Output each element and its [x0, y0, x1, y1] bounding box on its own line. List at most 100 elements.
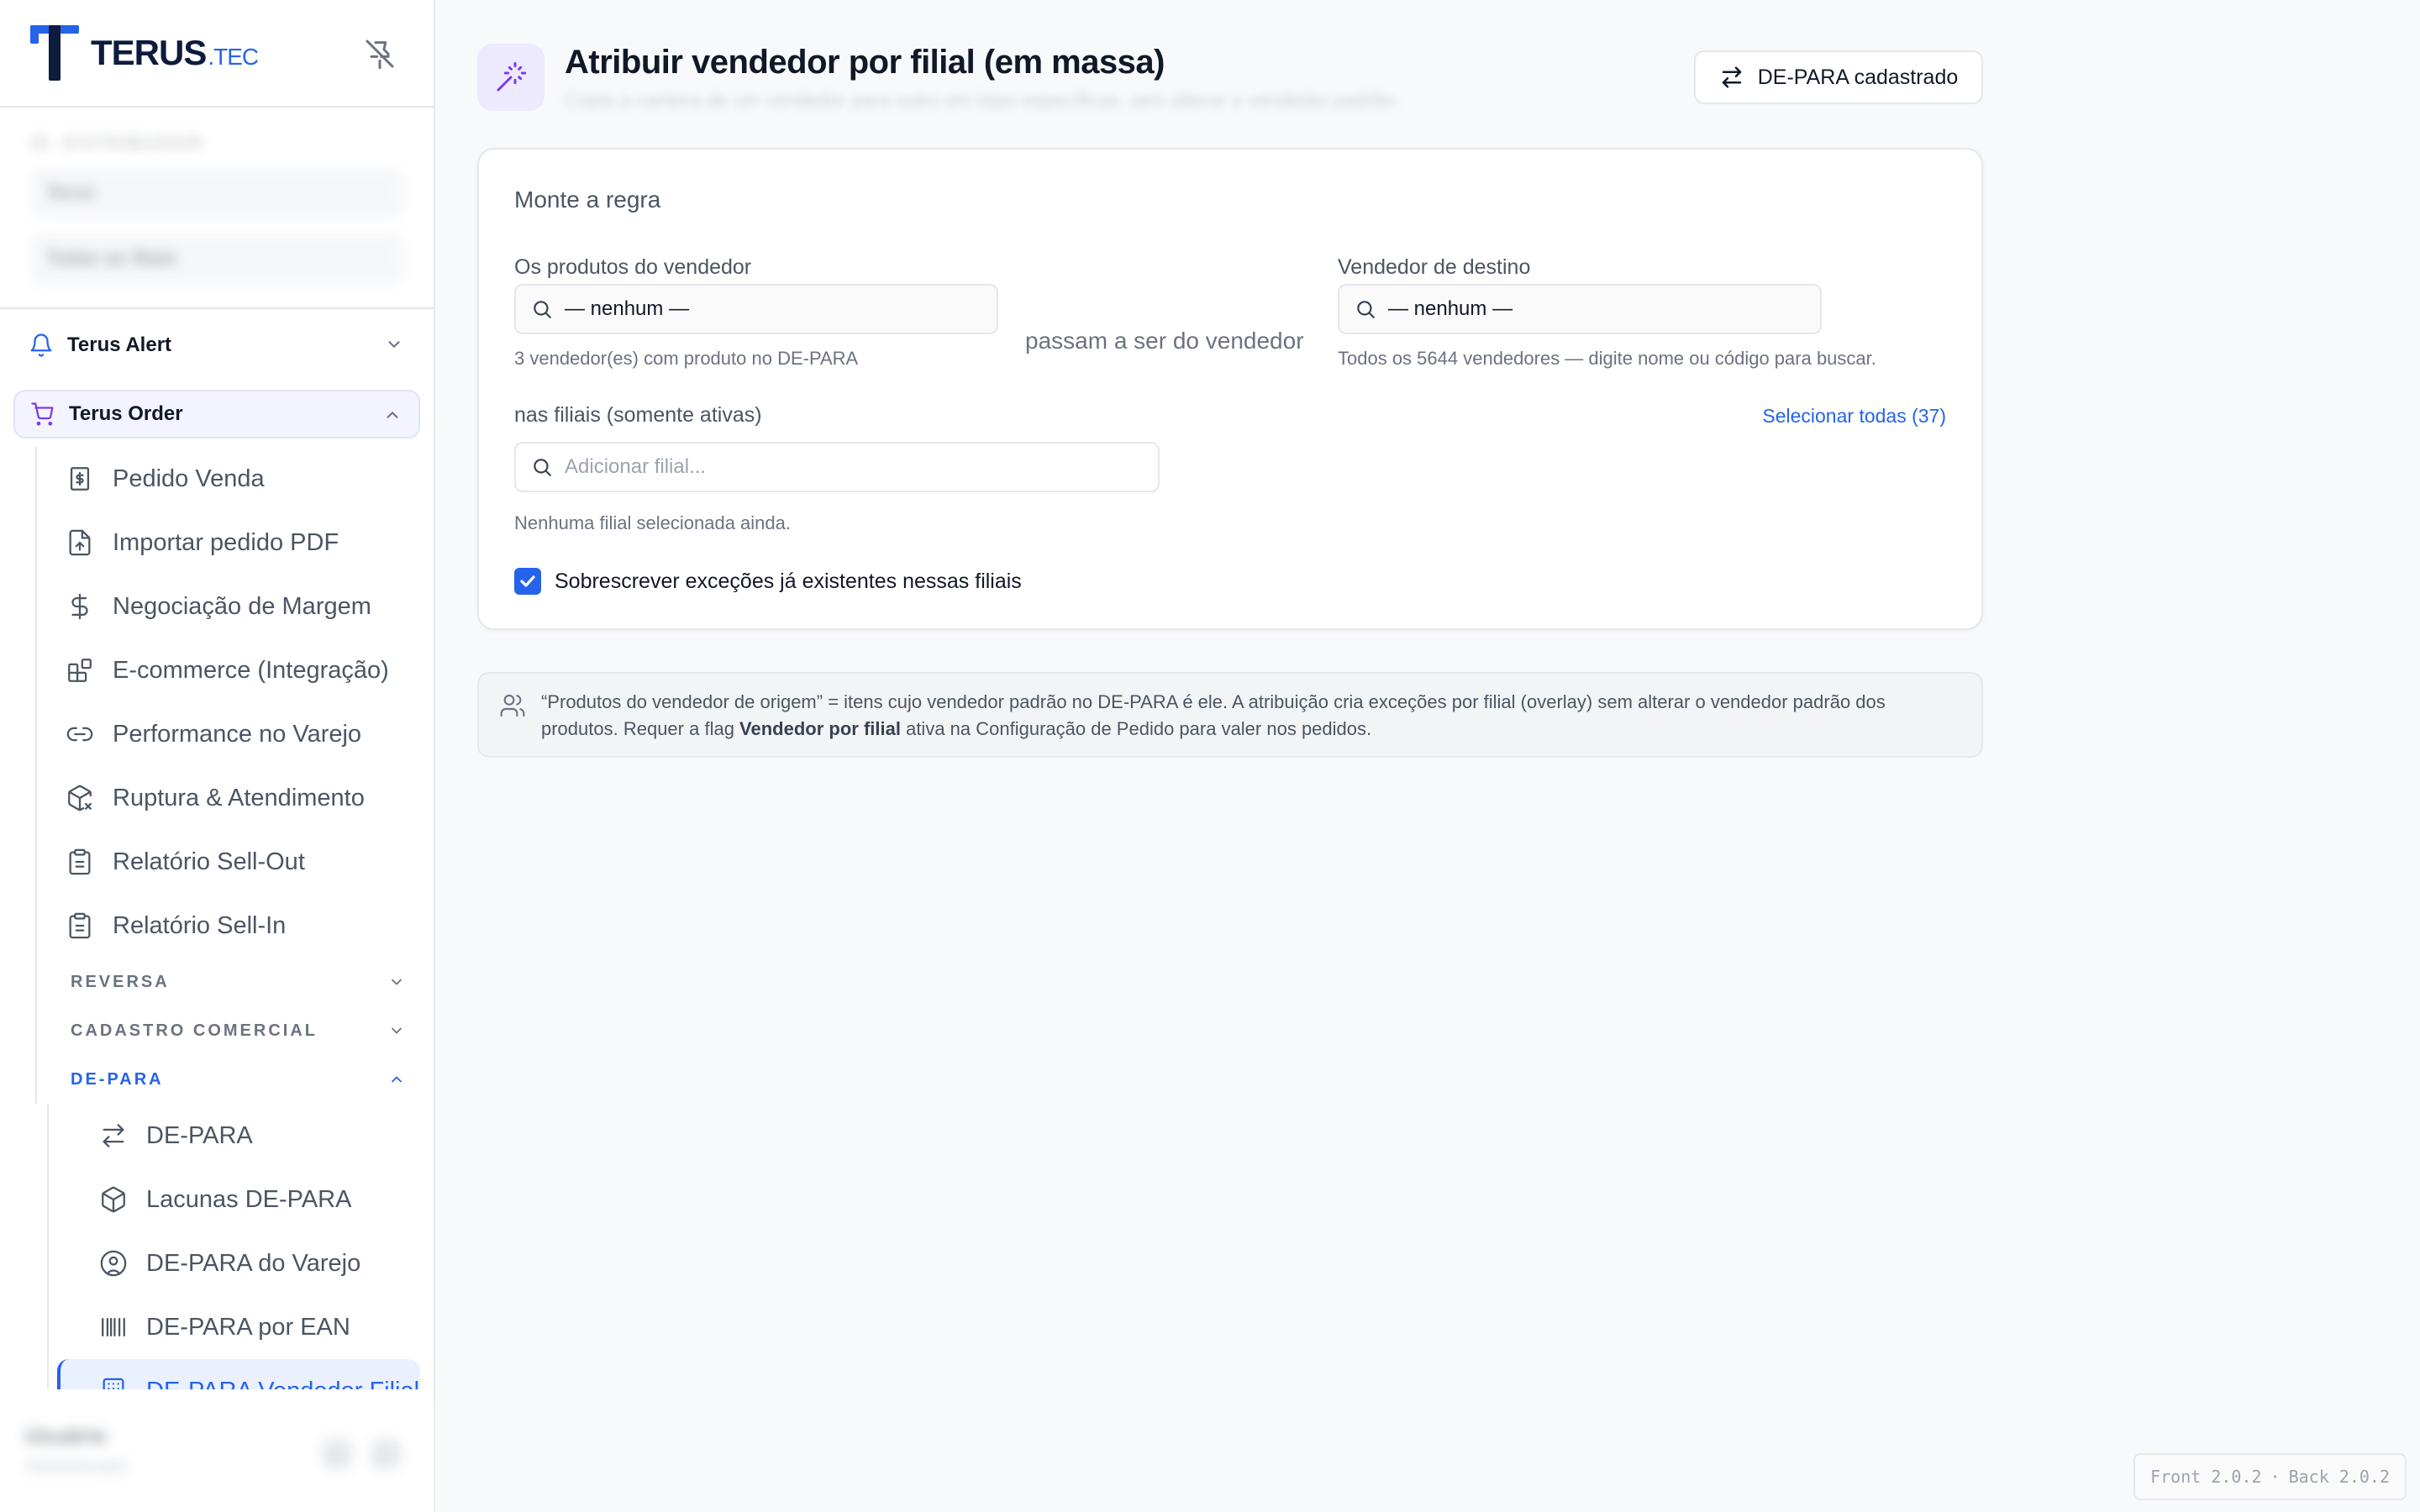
- rule-card: Monte a regra Os produtos do vendedor — …: [477, 148, 1983, 630]
- menu-group-terus-alert[interactable]: Terus Alert: [13, 321, 420, 370]
- section-label: CADASTRO COMERCIAL: [71, 1021, 318, 1040]
- logo-icon: [30, 25, 79, 81]
- clipboard-icon: [69, 848, 91, 875]
- page-header: Atribuir vendedor por filial (em massa) …: [477, 44, 1983, 111]
- sidebar-item-label: E-commerce (Integração): [113, 656, 389, 684]
- chevron-down-icon: [392, 1027, 402, 1034]
- bell-icon: [30, 333, 52, 357]
- sidebar-item-label: Performance no Varejo: [113, 720, 362, 748]
- link-icon: [66, 727, 93, 742]
- section-label: DE-PARA: [71, 1069, 164, 1089]
- depara-cadastrado-button[interactable]: DE-PARA cadastrado: [1694, 50, 1983, 104]
- sidebar-item-label: Relatório Sell-In: [113, 911, 287, 939]
- user-actions: [323, 1440, 400, 1468]
- sidebar-item-label: Importar pedido PDF: [113, 528, 339, 556]
- box-icon: [102, 1186, 125, 1213]
- main-content: Atribuir vendedor por filial (em massa) …: [477, 44, 1983, 758]
- branches-label: nas filiais (somente ativas): [514, 403, 762, 427]
- sidebar-item-pedido-venda[interactable]: Pedido Venda: [45, 447, 420, 511]
- menu-group-label: Terus Alert: [67, 333, 172, 356]
- chevron-down-icon: [392, 979, 402, 985]
- sidebar-item-label: DE-PARA Vendedor Filial: [146, 1378, 419, 1390]
- context-label: ID. DISTRIBUIDOR: [30, 134, 204, 153]
- clipboard-icon: [69, 912, 91, 939]
- section-reversa[interactable]: REVERSA: [45, 958, 420, 1006]
- dollar-icon: [71, 593, 88, 620]
- arrows-swap-icon: [103, 1124, 124, 1147]
- logout-icon[interactable]: [371, 1440, 400, 1468]
- sidebar-item-label: Negociação de Margem: [113, 592, 371, 620]
- source-seller-label: Os produtos do vendedor: [514, 255, 752, 279]
- search-icon: [534, 459, 551, 476]
- distributor-select[interactable]: Terus: [30, 168, 403, 218]
- chevron-down-icon: [388, 341, 400, 349]
- cart-icon: [31, 402, 54, 426]
- sidebar-item-depara-vendedor-filial[interactable]: DE-PARA Vendedor Filial: [57, 1359, 420, 1389]
- sidebar-item-label: Pedido Venda: [113, 465, 265, 492]
- sidebar-item-sell-out[interactable]: Relatório Sell-Out: [45, 830, 420, 894]
- card-title: Monte a regra: [514, 186, 661, 213]
- search-icon: [534, 301, 551, 318]
- section-de-para[interactable]: DE-PARA: [45, 1055, 420, 1104]
- sidebar: TERUS .TEC ID. DISTRIBUIDOR Terus Todas …: [0, 0, 435, 1512]
- info-text-bold: Vendedor por filial: [739, 718, 901, 739]
- chevron-up-icon: [387, 411, 398, 418]
- source-seller-value: — nenhum —: [565, 297, 690, 320]
- branch-helper: Nenhuma filial selecionada ainda.: [514, 512, 791, 533]
- settings-icon[interactable]: [323, 1440, 351, 1468]
- sidebar-item-sell-in[interactable]: Relatório Sell-In: [45, 894, 420, 958]
- package-x-icon: [68, 785, 92, 811]
- section-label: REVERSA: [71, 972, 170, 991]
- magic-wand-icon: [477, 44, 544, 111]
- target-seller-helper: Todos os 5644 vendedores — digite nome o…: [1338, 348, 1876, 369]
- front-version: Front 2.0.2: [2150, 1467, 2262, 1487]
- target-seller-value: — nenhum —: [1388, 297, 1513, 320]
- user-footer[interactable]: Usuário Administrador: [0, 1403, 434, 1512]
- page-title: Atribuir vendedor por filial (em massa): [565, 44, 1165, 81]
- sidebar-item-label: Ruptura & Atendimento: [113, 784, 365, 811]
- source-seller-helper: 3 vendedor(es) com produto no DE-PARA: [514, 348, 859, 369]
- building-icon: [103, 1378, 124, 1389]
- sidebar-item-label: DE-PARA do Varejo: [146, 1249, 361, 1277]
- brand-text: TERUS: [91, 33, 207, 72]
- section-cadastro-comercial[interactable]: CADASTRO COMERCIAL: [45, 1006, 420, 1055]
- target-seller-label: Vendedor de destino: [1338, 255, 1531, 279]
- sidebar-item-label: DE-PARA por EAN: [146, 1313, 350, 1341]
- sidebar-item-depara-varejo[interactable]: DE-PARA do Varejo: [57, 1231, 420, 1295]
- sidebar-item-ruptura[interactable]: Ruptura & Atendimento: [45, 766, 420, 830]
- source-seller-select[interactable]: — nenhum —: [514, 284, 998, 334]
- overwrite-checkbox[interactable]: [514, 568, 541, 595]
- version-badge: Front 2.0.2 · Back 2.0.2: [2133, 1453, 2407, 1500]
- blocks-icon: [68, 659, 92, 682]
- context-selector: ID. DISTRIBUIDOR Terus Todas as filiais: [0, 108, 434, 309]
- sidebar-item-depara[interactable]: DE-PARA: [57, 1104, 420, 1168]
- sidebar-item-ecommerce[interactable]: E-commerce (Integração): [45, 638, 420, 702]
- target-seller-select[interactable]: — nenhum —: [1338, 284, 1822, 334]
- branch-placeholder: Adicionar filial...: [565, 455, 707, 478]
- sidebar-item-performance-varejo[interactable]: Performance no Varejo: [45, 702, 420, 766]
- brand: TERUS .TEC: [0, 0, 434, 108]
- brand-suffix: .TEC: [208, 44, 259, 70]
- user-circle-icon: [100, 1250, 127, 1277]
- barcode-icon: [102, 1317, 125, 1337]
- menu-group-terus-order[interactable]: Terus Order: [13, 390, 420, 438]
- menu-group-label: Terus Order: [69, 402, 183, 425]
- select-all-link[interactable]: Selecionar todas (37): [1762, 405, 1946, 428]
- sidebar-item-lacunas-depara[interactable]: Lacunas DE-PARA: [57, 1168, 420, 1231]
- brand-name: TERUS .TEC: [91, 33, 259, 73]
- sidebar-item-label: Lacunas DE-PARA: [146, 1185, 352, 1213]
- arrows-swap-icon: [1722, 66, 1741, 88]
- button-label: DE-PARA cadastrado: [1757, 65, 1959, 89]
- pin-off-icon[interactable]: [363, 37, 397, 71]
- sidebar-item-negociacao-margem[interactable]: Negociação de Margem: [45, 575, 420, 638]
- branch-select[interactable]: Todas as filiais: [30, 234, 403, 284]
- sidebar-item-depara-ean[interactable]: DE-PARA por EAN: [57, 1295, 420, 1359]
- sidebar-item-label: DE-PARA: [146, 1121, 253, 1149]
- sidebar-menu: Terus Alert Terus Order Pedido Venda Imp…: [0, 309, 434, 1389]
- sidebar-item-importar-pdf[interactable]: Importar pedido PDF: [45, 511, 420, 575]
- sidebar-item-label: Relatório Sell-Out: [113, 848, 305, 875]
- overwrite-label: Sobrescrever exceções já existentes ness…: [555, 570, 1022, 593]
- info-text-b: ativa na Configuração de Pedido para val…: [900, 718, 1372, 739]
- file-upload-icon: [69, 529, 91, 556]
- branch-search-input[interactable]: Adicionar filial...: [514, 442, 1160, 492]
